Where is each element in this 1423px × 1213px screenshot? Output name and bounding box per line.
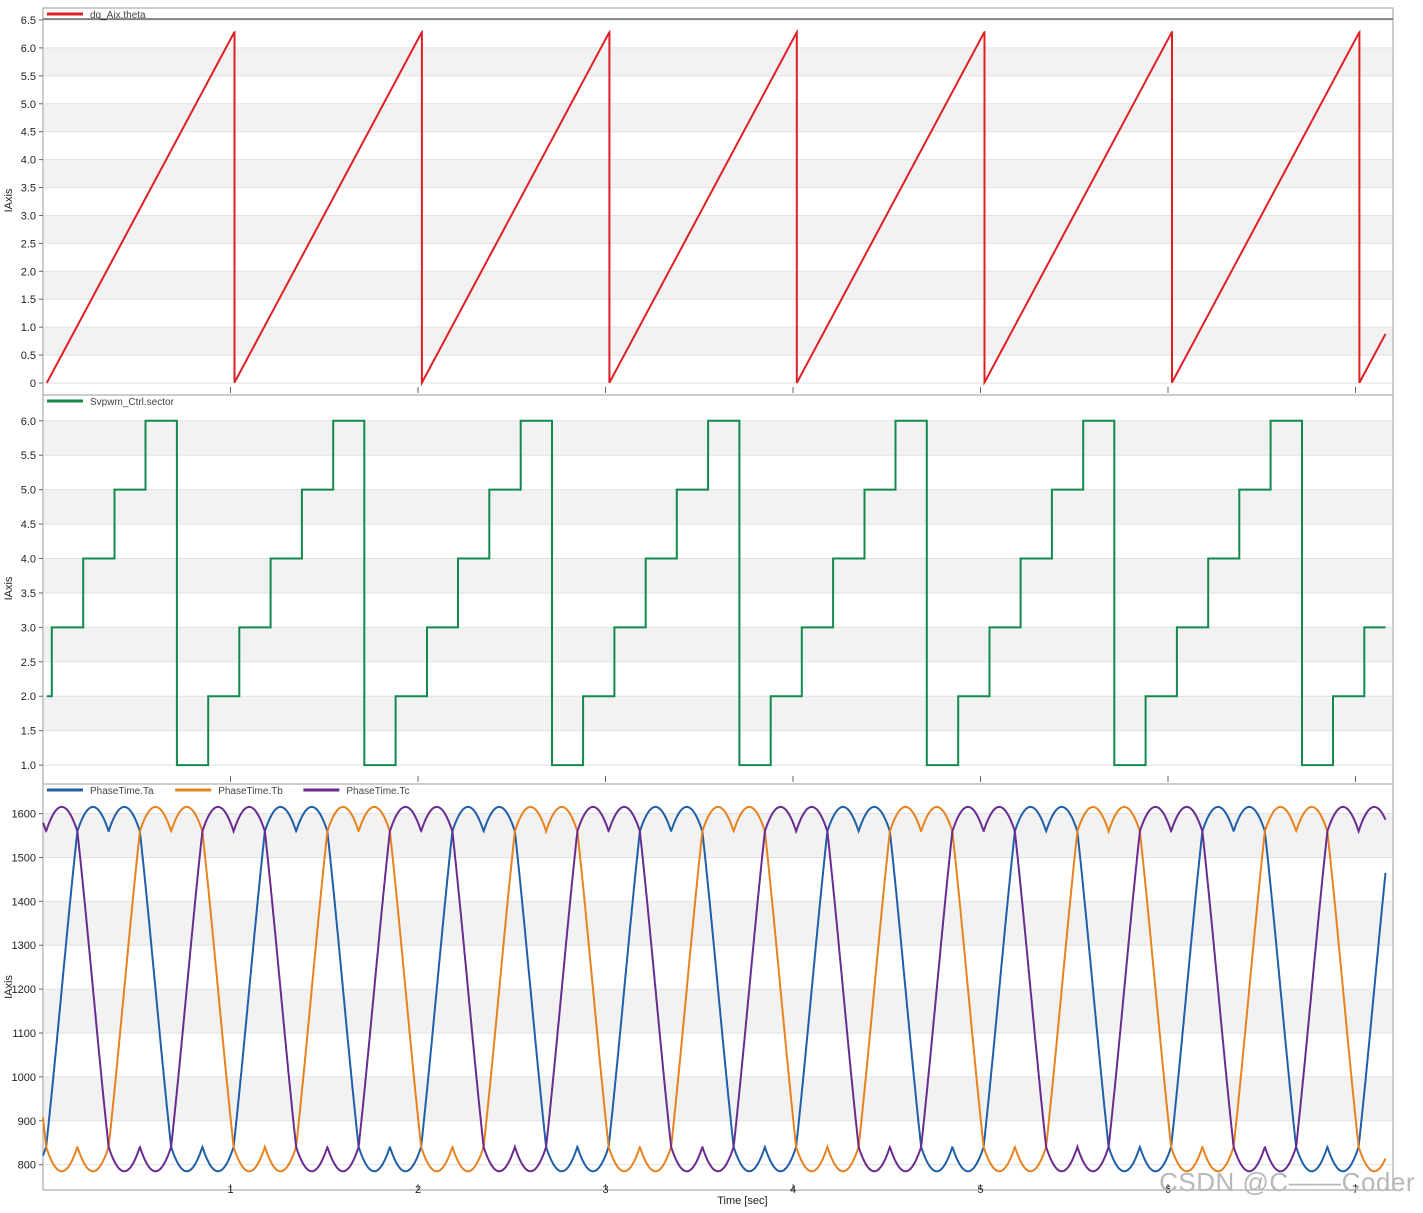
y-tick-label: 0.5 [21,350,36,362]
y-tick-label: 6.0 [21,43,36,55]
y-tick-label: 1.0 [21,760,36,772]
y-tick-label: 1.0 [21,322,36,334]
y-tick-label: 1100 [12,1028,36,1040]
y-tick-label: 4.0 [21,554,36,566]
y-tick-label: 1600 [12,809,36,821]
grid-band [44,159,1392,188]
grid-band [44,271,1392,300]
y-tick-label: 1000 [12,1072,36,1084]
y-tick-label: 1400 [12,896,36,908]
grid-band [44,215,1392,244]
x-tick-label: 4 [790,1184,796,1196]
x-tick-label: 2 [415,1184,421,1196]
y-tick-label: 4.5 [21,127,36,139]
y-tick-label: 5.0 [21,485,36,497]
legend-label: Svpwm_Ctrl.sector [90,397,175,408]
y-tick-label: 1200 [12,984,36,996]
y-tick-label: 2.0 [21,266,36,278]
y-axis-label: IAxis [3,975,15,999]
y-tick-label: 2.0 [21,691,36,703]
y-tick-label: 3.0 [21,210,36,222]
y-tick-label: 3.5 [21,183,36,195]
y-tick-label: 2.5 [21,657,36,669]
y-axis-label: IAxis [3,188,15,212]
grid-band [44,420,1392,456]
y-tick-label: 1300 [12,940,36,952]
y-tick-label: 5.5 [21,450,36,462]
watermark-text: CSDN @C——Coder [1159,1167,1415,1197]
y-tick-label: 1.5 [21,726,36,738]
y-tick-label: 5.5 [21,71,36,83]
y-tick-label: 0 [30,378,36,390]
grid-band [44,696,1392,731]
legend-label: PhaseTime.Ta [90,786,154,797]
legend-label: PhaseTime.Tc [346,786,409,797]
y-tick-label: 4.5 [21,519,36,531]
grid-band [44,813,1392,858]
y-tick-label: 3.0 [21,622,36,634]
x-tick-label: 3 [602,1184,608,1196]
grid-band [44,489,1392,525]
oscilloscope-chart: 0 0.5 1.0 1.5 2.0 2.5 3.0 3.5 4.0 4.5 5.0 5.5 6.0 6.5… [3,7,1394,1207]
grid-band [44,103,1392,132]
y-tick-label: 4.0 [21,155,36,167]
x-tick-label: 1 [227,1184,233,1196]
grid-band [44,558,1392,593]
grid-band [44,1076,1392,1121]
grid-band [44,627,1392,662]
legend-label: dq_Aix.theta [90,10,146,21]
x-tick-label: 5 [977,1184,983,1196]
y-tick-label: 3.5 [21,588,36,600]
y-tick-label: 1.5 [21,294,36,306]
y-tick-label: 2.5 [21,238,36,250]
y-tick-label: 1500 [12,852,36,864]
y-tick-label: 6.0 [21,416,36,428]
grid-band [44,47,1392,76]
y-tick-label: 800 [18,1160,36,1172]
grid-band [44,901,1392,946]
y-tick-label: 5.0 [21,99,36,111]
y-tick-label: 900 [18,1116,36,1128]
y-axis-label: IAxis [3,576,15,600]
x-axis-label: Time [sec] [717,1195,767,1207]
y-tick-label: 6.5 [21,15,36,27]
chart-root: 0 0.5 1.0 1.5 2.0 2.5 3.0 3.5 4.0 4.5 5.0 5.5 6.0 6.5… [0,0,1423,1208]
legend-label: PhaseTime.Tb [218,786,283,797]
